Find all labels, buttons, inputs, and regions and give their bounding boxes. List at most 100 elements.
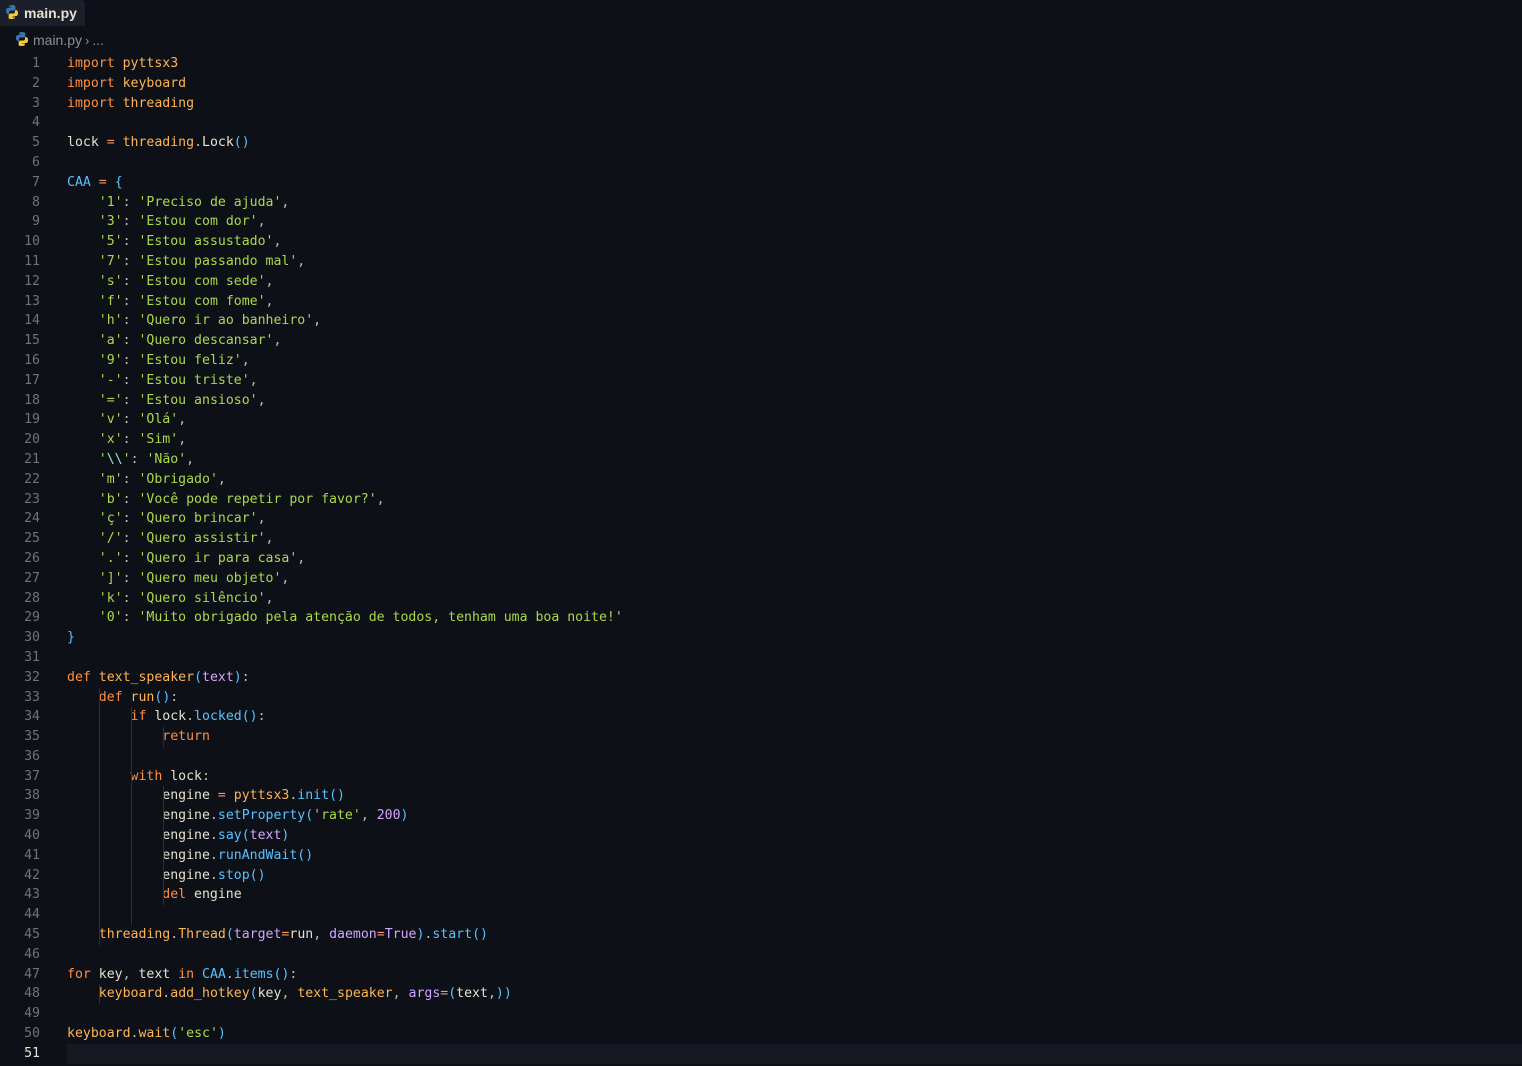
line-number: 43 — [24, 887, 40, 903]
code-text: 'b': 'Você pode repetir por favor?', — [98, 491, 385, 507]
code-text: '1': 'Preciso de ajuda', — [98, 194, 290, 210]
code-line[interactable]: 35 return — [0, 727, 1522, 747]
code-line[interactable]: 8 '1': 'Preciso de ajuda', — [0, 193, 1522, 213]
code-line[interactable]: 18 '=': 'Estou ansioso', — [0, 391, 1522, 411]
code-line[interactable]: 30} — [0, 628, 1522, 648]
code-line[interactable]: 14 'h': 'Quero ir ao banheiro', — [0, 311, 1522, 331]
code-line[interactable]: 34 if lock.locked(): — [0, 707, 1522, 728]
line-number: 21 — [24, 451, 40, 467]
code-text: lock = threading.Lock() — [67, 135, 250, 151]
code-editor[interactable]: 1 import pyttsx3 2 import keyboard 3 import t… — [0, 54, 1522, 1064]
code-text: import pyttsx3 — [67, 56, 179, 71]
indent-guide — [131, 746, 132, 767]
code-line[interactable]: 15 'a': 'Quero descansar', — [0, 331, 1522, 351]
line-number: 48 — [24, 986, 40, 1002]
breadcrumb-file[interactable]: main.py — [33, 32, 82, 48]
code-line[interactable]: 22 'm': 'Obrigado', — [0, 470, 1522, 490]
indent-guide — [99, 826, 100, 846]
code-line[interactable]: 6 — [0, 153, 1522, 173]
line-number: 44 — [24, 907, 40, 923]
line-number: 19 — [24, 412, 40, 428]
code-line[interactable]: 7 CAA = { — [0, 173, 1522, 193]
line-number: 46 — [24, 946, 40, 962]
line-number: 30 — [24, 630, 40, 646]
line-number: 37 — [24, 768, 40, 784]
code-line[interactable]: 47 for key, text in CAA.items(): — [0, 965, 1522, 985]
code-line[interactable]: 20 'x': 'Sim', — [0, 430, 1522, 450]
code-line[interactable]: 50 keyboard.wait('esc') — [0, 1024, 1522, 1044]
code-line[interactable]: 38 engine = pyttsx3.init() — [0, 786, 1522, 807]
code-line[interactable]: 3 import threading — [0, 94, 1522, 114]
line-number: 8 — [32, 194, 40, 210]
code-line[interactable]: 40 engine.say(text) — [0, 826, 1522, 846]
code-line[interactable]: 41 engine.runAndWait() — [0, 845, 1522, 866]
code-line[interactable]: 11 '7': 'Estou passando mal', — [0, 252, 1522, 272]
code-text: } — [67, 630, 75, 646]
code-line[interactable]: 13 'f': 'Estou com fome', — [0, 292, 1522, 312]
code-line[interactable]: 19 'v': 'Olá', — [0, 410, 1522, 430]
code-line[interactable]: 24 'ç': 'Quero brincar', — [0, 509, 1522, 529]
code-line[interactable]: 44 — [0, 905, 1522, 926]
code-text: if lock.locked(): — [67, 707, 1522, 728]
code-text: '.': 'Quero ir para casa', — [98, 550, 306, 566]
code-line[interactable]: 23 'b': 'Você pode repetir por favor?', — [0, 490, 1522, 510]
code-line[interactable]: 25 '/': 'Quero assistir', — [0, 529, 1522, 549]
code-line[interactable]: 28 'k': 'Quero silêncio', — [0, 589, 1522, 609]
line-number: 20 — [24, 432, 40, 448]
code-line[interactable]: 26 '.': 'Quero ir para casa', — [0, 549, 1522, 569]
code-line[interactable]: 16 '9': 'Estou feliz', — [0, 351, 1522, 371]
line-number: 35 — [24, 729, 40, 745]
code-line[interactable]: 29 '0': 'Muito obrigado pela atenção de … — [0, 608, 1522, 628]
line-number: 39 — [24, 808, 40, 824]
code-line[interactable]: 10 '5': 'Estou assustado', — [0, 232, 1522, 252]
tab-bar: main.py — [0, 0, 1522, 26]
code-text: engine.say(text) — [67, 826, 1522, 846]
code-line[interactable]: 45 threading.Thread(target=run, daemon=T… — [0, 925, 1522, 945]
code-line[interactable]: 2 import keyboard — [0, 74, 1522, 94]
code-line[interactable]: 46 — [0, 945, 1522, 965]
code-text: keyboard.wait('esc') — [67, 1026, 226, 1042]
breadcrumb-rest[interactable]: ... — [92, 32, 104, 48]
line-number: 3 — [32, 95, 40, 111]
code-line[interactable]: 9 '3': 'Estou com dor', — [0, 212, 1522, 232]
code-text — [67, 746, 1522, 767]
code-text: del engine — [67, 885, 1522, 906]
line-number: 33 — [24, 689, 40, 705]
code-text — [67, 1043, 1522, 1064]
code-line[interactable]: 33 def run(): — [0, 687, 1522, 708]
indent-guide — [99, 806, 100, 827]
code-line[interactable]: 12 's': 'Estou com sede', — [0, 272, 1522, 292]
indent-guide — [131, 826, 132, 846]
code-line[interactable]: 37 with lock: — [0, 766, 1522, 787]
code-line[interactable]: 36 — [0, 746, 1522, 767]
indent-guide — [99, 727, 100, 747]
code-line[interactable]: 39 engine.setProperty('rate', 200) — [0, 806, 1522, 827]
line-number: 34 — [24, 709, 40, 725]
line-number: 40 — [24, 828, 40, 844]
tab-title: main.py — [24, 5, 77, 21]
tab-main-py[interactable]: main.py — [0, 0, 85, 26]
code-line[interactable]: 49 — [0, 1004, 1522, 1024]
line-number: 31 — [24, 649, 40, 665]
line-number: 16 — [24, 352, 40, 368]
indent-guide — [131, 806, 132, 827]
code-line[interactable]: 21 '\\': 'Não', — [0, 450, 1522, 470]
code-line[interactable]: 17 '-': 'Estou triste', — [0, 371, 1522, 391]
code-line[interactable]: 48 keyboard.add_hotkey(key, text_speaker… — [0, 984, 1522, 1005]
indent-guide — [131, 766, 132, 787]
code-line[interactable]: 1 import pyttsx3 — [0, 54, 1522, 74]
code-text: '7': 'Estou passando mal', — [98, 253, 306, 269]
code-line[interactable]: 32 def text_speaker(text): — [0, 668, 1522, 688]
indent-guide — [99, 905, 100, 926]
code-line[interactable]: 5 lock = threading.Lock() — [0, 133, 1522, 153]
code-line[interactable]: 51 — [0, 1043, 1522, 1064]
code-line[interactable]: 42 engine.stop() — [0, 865, 1522, 886]
code-line[interactable]: 43 del engine — [0, 885, 1522, 906]
code-line[interactable]: 31 — [0, 648, 1522, 668]
code-line[interactable]: 4 — [0, 113, 1522, 133]
code-line[interactable]: 27 ']': 'Quero meu objeto', — [0, 569, 1522, 589]
